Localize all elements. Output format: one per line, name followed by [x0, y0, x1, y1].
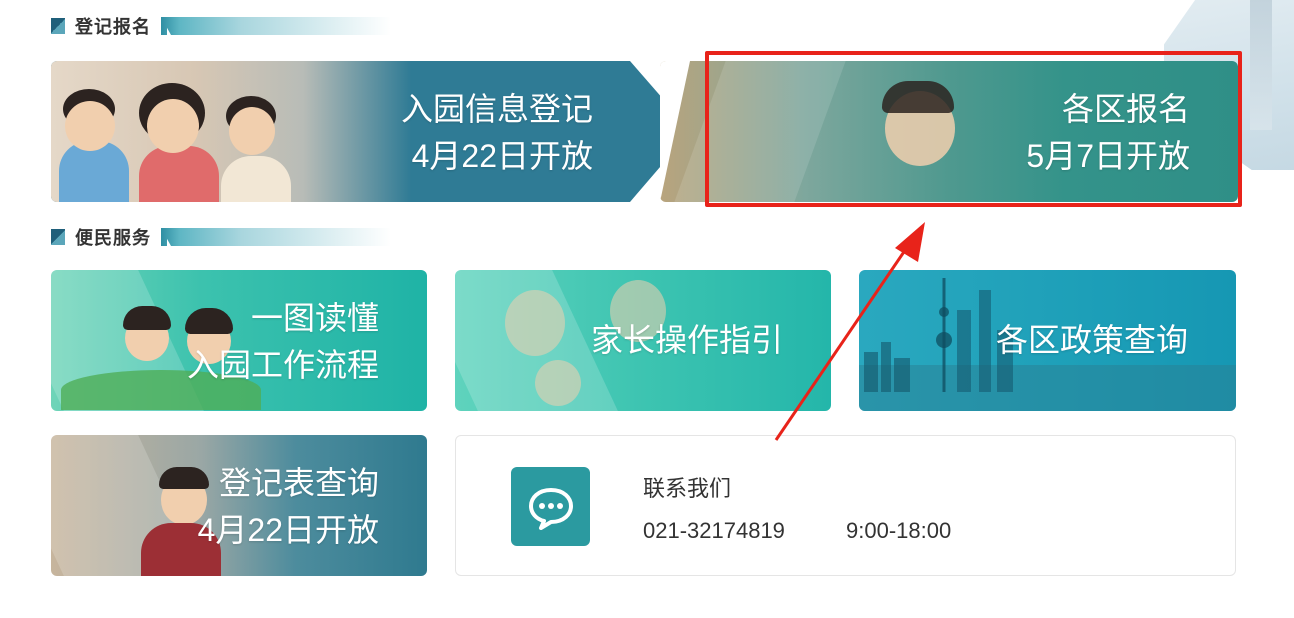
skyline-building — [864, 352, 878, 392]
query-card-date: 4月22日开放 — [197, 512, 379, 548]
chat-bubble-glyph — [528, 487, 573, 530]
flow-card-subtitle: 入园工作流程 — [186, 347, 379, 383]
skyline-water — [859, 365, 1236, 411]
query-card-label: 登记表查询 4月22日开放 — [198, 460, 379, 554]
guide-card-label: 家长操作指引 — [591, 317, 783, 364]
photo-shape — [535, 360, 581, 406]
section-title-services: 便民服务 — [75, 228, 151, 248]
photo-shape — [147, 99, 199, 153]
registration-query-card[interactable]: 登记表查询 4月22日开放 — [51, 435, 427, 576]
section-marker-icon — [51, 229, 65, 245]
section-header-register: 登记报名 — [51, 14, 391, 38]
skyline-tower-sphere — [939, 307, 949, 317]
district-card-title: 各区报名 — [1061, 91, 1190, 127]
photo-shape — [505, 290, 565, 356]
register-card-date: 4月22日开放 — [411, 138, 593, 174]
query-card-title: 登记表查询 — [218, 465, 379, 501]
register-info-card[interactable]: 入园信息登记 4月22日开放 — [51, 61, 691, 202]
section-decor-bar — [161, 17, 391, 35]
photo-shape — [221, 156, 291, 202]
section-decor-bar — [161, 228, 391, 246]
chat-bubble-dot — [547, 502, 554, 509]
district-card-label: 各区报名 5月7日开放 — [1026, 86, 1190, 180]
children-photo — [51, 61, 411, 202]
tower-silhouette — [1250, 0, 1272, 130]
section-marker-icon — [51, 18, 65, 34]
skyline-tower-sphere — [936, 332, 952, 348]
skyline-building — [957, 310, 971, 392]
chat-bubble-dot — [556, 502, 563, 509]
photo-shape — [65, 101, 115, 151]
section-header-services: 便民服务 — [51, 225, 391, 249]
district-policy-card[interactable]: 各区政策查询 — [859, 270, 1236, 411]
contact-phone: 021-32174819 — [643, 518, 785, 543]
skyline-building — [979, 290, 991, 392]
photo-shape — [229, 107, 275, 155]
workflow-guide-card[interactable]: 一图读懂 入园工作流程 — [51, 270, 427, 411]
guide-card-title: 家长操作指引 — [590, 322, 783, 358]
photo-shape — [882, 81, 954, 113]
photo-shape — [123, 306, 171, 330]
chat-bubble-icon — [511, 467, 590, 546]
register-card-label: 入园信息登记 4月22日开放 — [401, 86, 593, 180]
contact-us-card: 联系我们 021-32174819 9:00-18:00 — [455, 435, 1236, 576]
district-card-date: 5月7日开放 — [1026, 138, 1190, 174]
skyline-building — [894, 358, 910, 392]
contact-title: 联系我们 — [643, 476, 732, 501]
flow-card-label: 一图读懂 入园工作流程 — [187, 295, 379, 389]
parent-guide-card[interactable]: 家长操作指引 — [455, 270, 831, 411]
section-title-register: 登记报名 — [75, 17, 151, 37]
flow-card-title: 一图读懂 — [250, 300, 379, 336]
policy-card-title: 各区政策查询 — [995, 322, 1188, 358]
photo-shape — [139, 146, 219, 202]
district-signup-card[interactable]: 各区报名 5月7日开放 — [660, 61, 1238, 202]
skyline-building — [881, 342, 891, 392]
contact-hours: 9:00-18:00 — [846, 518, 952, 543]
policy-card-label: 各区政策查询 — [996, 317, 1188, 364]
chat-bubble-dot — [538, 502, 545, 509]
register-card-title: 入园信息登记 — [400, 91, 593, 127]
annotation-arrow-head — [895, 222, 925, 262]
